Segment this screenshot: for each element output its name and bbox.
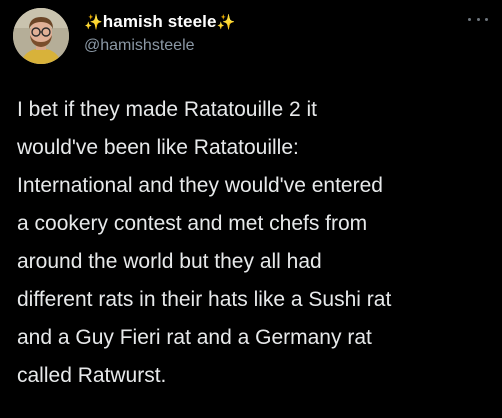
more-options-icon[interactable] — [468, 12, 488, 26]
user-handle[interactable]: @hamishsteele — [84, 37, 195, 55]
sparkle-icon: ✨ — [84, 14, 103, 31]
tweet-text-line: a cookery contest and met chefs from — [17, 212, 368, 235]
user-avatar-icon — [13, 8, 69, 64]
tweet-text: I bet if they made Ratatouille 2 it woul… — [17, 91, 489, 395]
tweet-text-line: would've been like Ratatouille: — [17, 136, 299, 159]
sparkle-icon: ✨ — [216, 14, 236, 31]
tweet-text-line: around the world but they all had — [17, 250, 322, 273]
tweet-text-line: called Ratwurst. — [17, 364, 167, 387]
avatar[interactable] — [13, 8, 69, 64]
display-name[interactable]: ✨hamish steele✨ — [84, 12, 235, 32]
tweet-text-line: different rats in their hats like a Sush… — [17, 288, 392, 311]
tweet-text-line: and a Guy Fieri rat and a Germany rat — [17, 326, 372, 349]
tweet-card: ✨hamish steele✨ @hamishsteele I bet if t… — [0, 0, 502, 418]
display-name-text: hamish steele — [102, 12, 217, 31]
tweet-text-line: International and they would've entered — [17, 174, 383, 197]
tweet-text-line: I bet if they made Ratatouille 2 it — [17, 98, 317, 121]
